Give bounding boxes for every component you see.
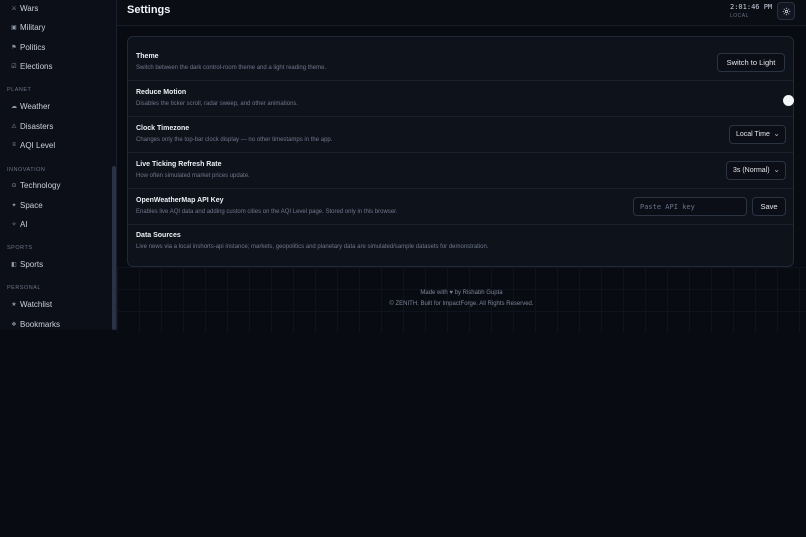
- setting-title: Live Ticking Refresh Rate: [136, 161, 222, 168]
- setting-description: Live news via a local inshorts-api insta…: [136, 244, 489, 250]
- sidebar-item-aqi-level[interactable]: ≡ AQI Level: [8, 136, 55, 154]
- setting-row-theme: Theme Switch between the dark control-ro…: [128, 37, 793, 81]
- switch-theme-button[interactable]: Switch to Light: [717, 53, 785, 72]
- reduce-motion-toggle[interactable]: [783, 95, 794, 106]
- chevron-down-icon: ⌄: [773, 165, 780, 174]
- api-key-input[interactable]: Paste API key: [633, 197, 747, 216]
- sword-icon: ⚔: [11, 5, 17, 12]
- setting-row-clock-timezone: Clock Timezone Changes only the top-bar …: [128, 117, 793, 153]
- sidebar-item-label: Elections: [20, 61, 53, 71]
- settings-button[interactable]: [777, 2, 795, 20]
- setting-row-api-key: OpenWeatherMap API Key Enables live AQI …: [128, 189, 793, 225]
- setting-row-refresh-rate: Live Ticking Refresh Rate How often simu…: [128, 153, 793, 189]
- setting-row-data-sources: Data Sources Live news via a local insho…: [128, 225, 793, 267]
- setting-description: How often simulated market prices update…: [136, 173, 250, 179]
- sidebar-item-military[interactable]: ▣ Military: [8, 18, 45, 36]
- gear-icon: [782, 7, 790, 15]
- ballot-icon: ☑: [11, 63, 17, 70]
- sidebar-item-sports[interactable]: ◧ Sports: [8, 255, 43, 273]
- top-bar-clock: 2:01:46 PM: [730, 3, 773, 11]
- page-title: Settings: [127, 4, 171, 16]
- sidebar-item-space[interactable]: ✦ Space: [8, 196, 43, 214]
- setting-description: Enables live AQI data and adding custom …: [136, 209, 398, 215]
- trophy-icon: ◧: [11, 261, 17, 268]
- section-label-sports: SPORTS: [7, 245, 33, 251]
- section-label-innovation: INNOVATION: [7, 167, 46, 173]
- flag-icon: ⚑: [11, 44, 17, 51]
- footer-grid-background: [117, 267, 806, 333]
- bookmark-icon: ❖: [11, 321, 17, 328]
- save-api-key-button[interactable]: Save: [752, 197, 786, 216]
- setting-row-reduce-motion: Reduce Motion Disables the ticker scroll…: [128, 81, 794, 117]
- sidebar-item-label: Technology: [20, 180, 61, 190]
- timezone-select[interactable]: Local Time ⌄: [729, 125, 786, 144]
- setting-title: OpenWeatherMap API Key: [136, 197, 224, 204]
- sidebar-item-technology[interactable]: ⊙ Technology: [8, 176, 60, 194]
- sidebar-item-label: Space: [20, 200, 43, 210]
- rocket-icon: ✦: [11, 202, 17, 209]
- military-icon: ▣: [11, 24, 17, 31]
- sidebar-item-bookmarks[interactable]: ❖ Bookmarks: [8, 315, 60, 333]
- sidebar: ⚔ Wars ▣ Military ⚑ Politics ☑ Elections…: [0, 0, 117, 330]
- settings-panel: Theme Switch between the dark control-ro…: [127, 36, 794, 267]
- sidebar-item-weather[interactable]: ☁ Weather: [8, 97, 50, 115]
- sidebar-item-politics[interactable]: ⚑ Politics: [8, 38, 45, 56]
- sidebar-item-watchlist[interactable]: ★ Watchlist: [8, 295, 52, 313]
- sidebar-item-ai[interactable]: ✧ AI: [8, 215, 28, 233]
- refresh-rate-select[interactable]: 3s (Normal) ⌄: [726, 161, 786, 180]
- refresh-rate-select-value: 3s (Normal): [733, 167, 770, 174]
- sidebar-item-label: AI: [20, 219, 28, 229]
- footer-made-with: Made with ♥ by Rishabh Gupta: [420, 290, 503, 296]
- sidebar-item-label: Military: [20, 22, 46, 32]
- sidebar-item-label: Disasters: [20, 121, 54, 131]
- clock-zone-label: LOCAL: [730, 13, 749, 19]
- cloud-icon: ☁: [11, 103, 17, 110]
- section-label-personal: PERSONAL: [7, 285, 41, 291]
- sidebar-item-label: AQI Level: [20, 140, 56, 150]
- setting-title: Clock Timezone: [136, 125, 190, 132]
- section-label-planet: PLANET: [7, 87, 32, 93]
- sidebar-scrollbar[interactable]: [112, 166, 116, 330]
- chip-icon: ⊙: [11, 182, 17, 189]
- setting-title: Data Sources: [136, 232, 181, 239]
- setting-title: Theme: [136, 53, 159, 60]
- sidebar-item-label: Bookmarks: [20, 319, 61, 329]
- setting-description: Disables the ticker scroll, radar sweep,…: [136, 101, 299, 107]
- sidebar-item-label: Wars: [20, 3, 39, 13]
- sidebar-item-disasters[interactable]: ⚠ Disasters: [8, 117, 53, 135]
- footer-copyright: © ZENITH. Built for ImpactForge. All Rig…: [389, 301, 534, 307]
- sidebar-item-wars[interactable]: ⚔ Wars: [8, 0, 38, 17]
- sidebar-item-label: Watchlist: [20, 299, 53, 309]
- top-bar: Settings 2:01:46 PM LOCAL: [117, 0, 806, 26]
- timezone-select-value: Local Time: [736, 131, 770, 138]
- setting-description: Switch between the dark control-room the…: [136, 65, 327, 71]
- sidebar-item-label: Weather: [20, 101, 51, 111]
- warning-icon: ⚠: [11, 123, 17, 130]
- setting-title: Reduce Motion: [136, 89, 187, 96]
- sidebar-item-elections[interactable]: ☑ Elections: [8, 57, 52, 75]
- sparkle-icon: ✧: [11, 221, 17, 228]
- sidebar-item-label: Politics: [20, 42, 46, 52]
- chevron-down-icon: ⌄: [773, 129, 780, 138]
- wind-icon: ≡: [12, 142, 16, 148]
- setting-description: Changes only the top-bar clock display —…: [136, 137, 333, 143]
- star-icon: ★: [11, 301, 17, 308]
- sidebar-item-label: Sports: [20, 259, 44, 269]
